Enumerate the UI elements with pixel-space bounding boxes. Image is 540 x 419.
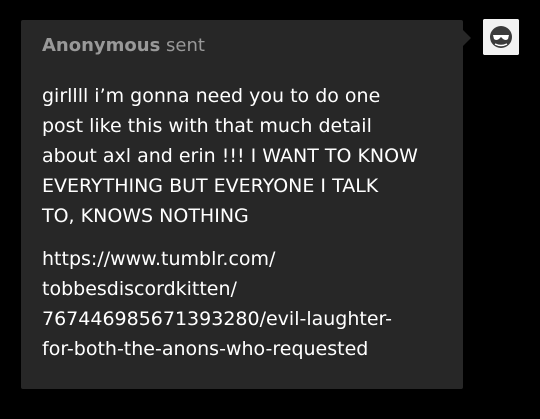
- ask-header: Anonymous sent: [42, 35, 205, 56]
- link-line: for-both-the-anons-who-requested: [42, 338, 369, 360]
- message-line: EVERYTHING BUT EVERYONE I TALK: [42, 175, 379, 197]
- speech-pointer: [463, 30, 471, 46]
- link-line: https://www.tumblr.com/: [42, 248, 276, 270]
- link-line: 767446985671393280/evil-laughter-: [42, 308, 392, 330]
- sender-name[interactable]: Anonymous: [42, 35, 160, 56]
- ask-card: Anonymous sent girllll i’m gonna need yo…: [21, 20, 463, 389]
- ask-body: girllll i’m gonna need you to do one pos…: [42, 81, 450, 364]
- message-line: TO, KNOWS NOTHING: [42, 205, 249, 227]
- link-line: tobbesdiscordkitten/: [42, 278, 237, 300]
- avatar[interactable]: [483, 19, 519, 55]
- message-line: about axl and erin !!! I WANT TO KNOW: [42, 145, 418, 167]
- sent-label: sent: [166, 35, 205, 56]
- anonymous-sunglasses-icon: [483, 19, 519, 55]
- message-line: girllll i’m gonna need you to do one: [42, 85, 381, 107]
- message-line: post like this with that much detail: [42, 115, 372, 137]
